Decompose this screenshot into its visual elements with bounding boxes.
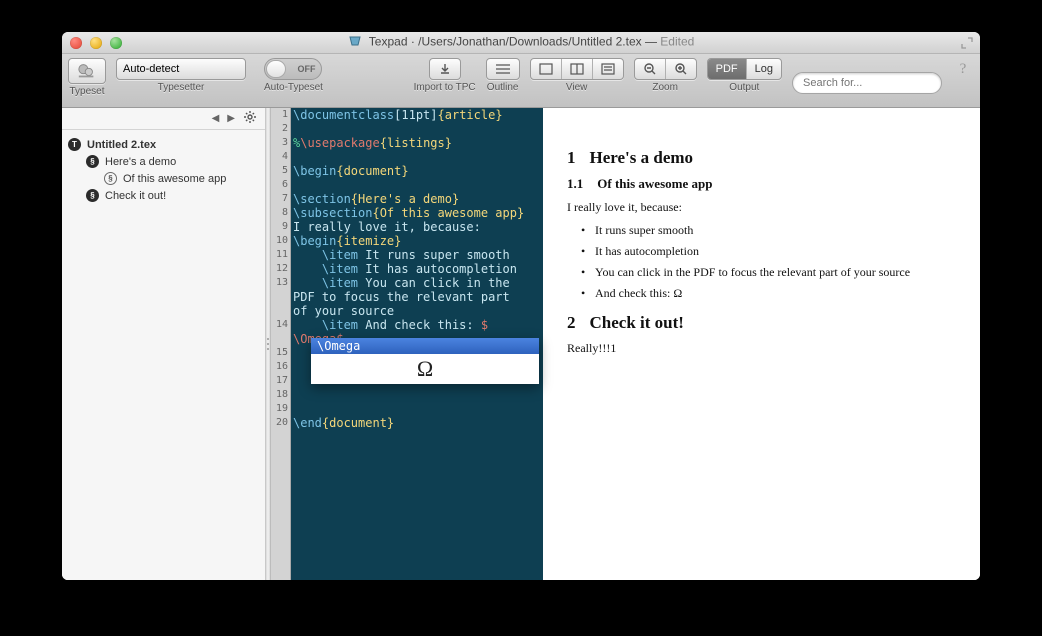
app-icon	[348, 34, 362, 51]
nav-back-icon[interactable]: ◀	[212, 113, 220, 124]
preview-list-item[interactable]: You can click in the PDF to focus the re…	[581, 265, 956, 280]
preview-list-item[interactable]: It has autocompletion	[581, 244, 956, 259]
typeset-label: Typeset	[69, 86, 104, 97]
preview-list: It runs super smooth It has autocompleti…	[567, 223, 956, 301]
typesetter-label: Typesetter	[158, 82, 205, 93]
view-split[interactable]	[562, 59, 593, 79]
window-title: Texpad · /Users/Jonathan/Downloads/Untit…	[62, 34, 980, 51]
titlebar[interactable]: Texpad · /Users/Jonathan/Downloads/Untit…	[62, 32, 980, 54]
pdf-preview[interactable]: 1Here's a demo 1.1Of this awesome app I …	[543, 108, 980, 580]
outline-root[interactable]: T Untitled 2.tex	[64, 136, 263, 153]
preview-list-item[interactable]: It runs super smooth	[581, 223, 956, 238]
outline-item-label: Of this awesome app	[123, 173, 226, 185]
zoom-segmented[interactable]	[634, 58, 697, 80]
outline-button[interactable]	[486, 58, 520, 80]
minimize-icon[interactable]	[90, 37, 102, 49]
outline-section[interactable]: § Check it out!	[64, 187, 263, 204]
section-icon: §	[86, 155, 99, 168]
autocomplete-popup[interactable]: \Omega Ω	[311, 338, 539, 384]
preview-subsection-heading[interactable]: 1.1Of this awesome app	[567, 176, 956, 192]
outline-label: Outline	[487, 82, 519, 93]
preview-list-item[interactable]: And check this: Ω	[581, 286, 956, 301]
output-pdf-button[interactable]: PDF	[708, 59, 747, 79]
import-label: Import to TPC	[414, 82, 476, 93]
line-gutter: 1234567891011121314151617181920	[271, 108, 291, 580]
outline-tree: T Untitled 2.tex § Here's a demo § Of th…	[62, 130, 265, 210]
preview-paragraph[interactable]: I really love it, because:	[567, 200, 956, 215]
preview-section-heading[interactable]: 2Check it out!	[567, 313, 956, 333]
autocomplete-preview: Ω	[311, 354, 539, 384]
view-segmented[interactable]	[530, 58, 624, 80]
autotypeset-label: Auto-Typeset	[264, 82, 323, 93]
output-segmented[interactable]: PDF Log	[707, 58, 782, 80]
typesetter-picker[interactable]: Auto-detect	[116, 58, 246, 80]
search-field[interactable]	[792, 72, 942, 94]
import-button[interactable]	[429, 58, 461, 80]
view-source-only[interactable]	[531, 59, 562, 79]
subsection-icon: §	[104, 172, 117, 185]
view-label: View	[566, 82, 588, 93]
help-button[interactable]: ?	[952, 58, 974, 80]
view-preview-only[interactable]	[593, 59, 623, 79]
app-window: Texpad · /Users/Jonathan/Downloads/Untit…	[62, 32, 980, 580]
outline-section[interactable]: § Here's a demo	[64, 153, 263, 170]
sidebar-toolbar: ◀ ▶	[62, 108, 265, 130]
typeset-button[interactable]	[68, 58, 106, 84]
preview-paragraph[interactable]: Really!!!1	[567, 341, 956, 356]
outline-root-label: Untitled 2.tex	[87, 139, 156, 151]
search-input[interactable]	[803, 77, 945, 89]
zoom-out-button[interactable]	[635, 59, 666, 79]
source-editor[interactable]: 1234567891011121314151617181920 \documen…	[271, 108, 543, 580]
source-code[interactable]: \documentclass[11pt]{article}%\usepackag…	[291, 108, 543, 580]
zoom-in-button[interactable]	[666, 59, 696, 79]
toolbar: Typeset Auto-detect Typesetter OFF Auto-…	[62, 54, 980, 108]
document-icon: T	[68, 138, 81, 151]
gear-icon[interactable]	[243, 110, 257, 127]
outline-item-label: Check it out!	[105, 190, 166, 202]
zoom-label: Zoom	[652, 82, 678, 93]
autocomplete-selection[interactable]: \Omega	[311, 338, 539, 354]
fullscreen-icon[interactable]	[960, 36, 974, 50]
nav-forward-icon[interactable]: ▶	[227, 113, 235, 124]
output-label: Output	[729, 82, 759, 93]
output-log-button[interactable]: Log	[747, 59, 781, 79]
preview-section-heading[interactable]: 1Here's a demo	[567, 148, 956, 168]
outline-subsection[interactable]: § Of this awesome app	[64, 170, 263, 187]
outline-sidebar: ◀ ▶ T Untitled 2.tex § Here's a demo §	[62, 108, 266, 580]
zoom-icon[interactable]	[110, 37, 122, 49]
close-icon[interactable]	[70, 37, 82, 49]
autotypeset-toggle[interactable]: OFF	[264, 58, 322, 80]
outline-item-label: Here's a demo	[105, 156, 176, 168]
section-icon: §	[86, 189, 99, 202]
